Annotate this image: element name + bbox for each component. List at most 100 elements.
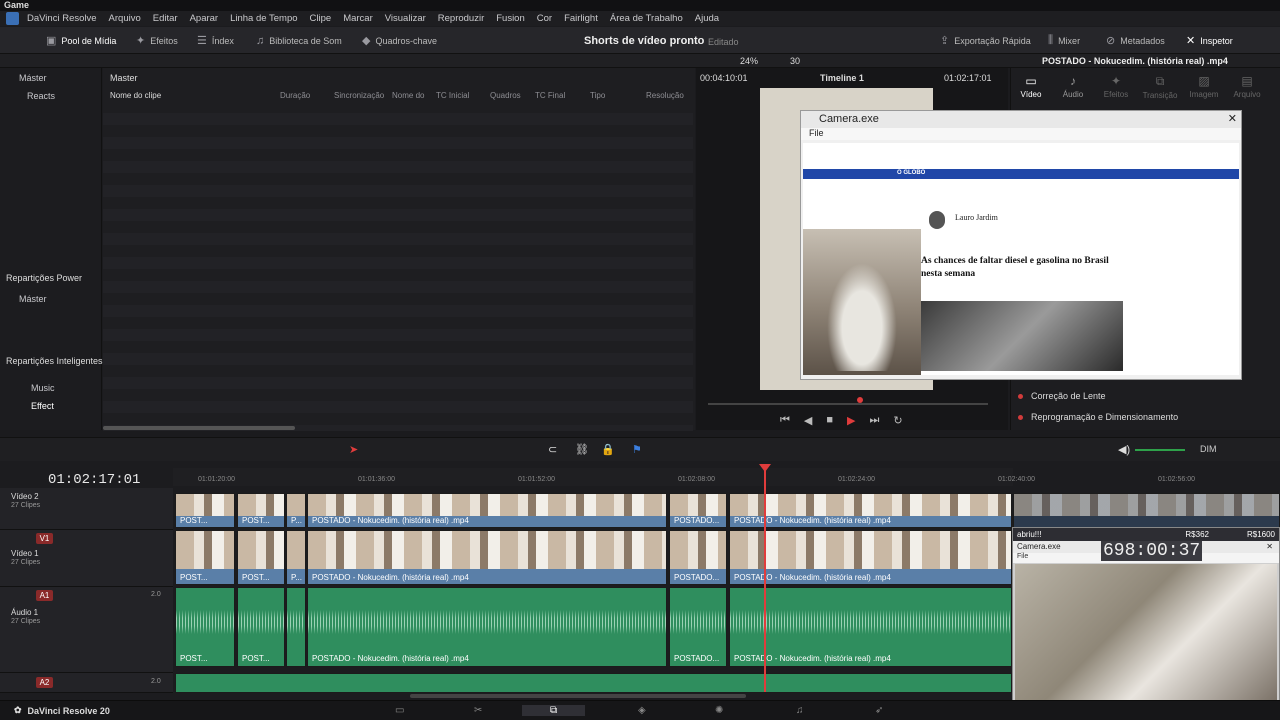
timeline-clip[interactable]: POST... [237,530,285,585]
lock-icon[interactable]: 🔒 [601,443,615,456]
quick-export-button[interactable]: ⇪ Exportação Rápida [940,27,1031,54]
inspector-row-retime[interactable]: Reprogramação e Dimensionamento [1018,412,1178,422]
page-color-icon[interactable]: ✺ [715,705,723,716]
skip-back-icon[interactable]: ⏮ [780,414,790,427]
audio-clip[interactable]: POSTADO - Nokucedim. (história real) .mp… [307,587,667,667]
inspector-button[interactable]: ✕ Inspetor [1186,27,1233,54]
menu-color[interactable]: Cor [531,13,558,24]
volume-icon[interactable]: ◀) [1118,443,1130,456]
power-bin-master[interactable]: Máster [19,294,47,304]
tab-image[interactable]: ▨ Imagem [1184,74,1224,99]
media-pool-button[interactable]: ▣ Pool de Mídia [46,27,116,54]
col-resolution[interactable]: Resolução [646,91,684,100]
menu-edit[interactable]: Editar [147,13,184,24]
col-duration[interactable]: Duração [280,91,310,100]
viewer-timeline-name[interactable]: Timeline 1 [820,73,864,83]
menu-view[interactable]: Visualizar [379,13,432,24]
sound-library-button[interactable]: ♫ Biblioteca de Som [256,27,342,54]
audio-clip[interactable]: POSTADO - Nokucedim. (história real) .mp… [729,587,1012,667]
snapping-icon[interactable]: ⊂ [548,443,557,456]
timeline-clip[interactable]: POSTADO... [669,530,727,585]
track-id[interactable]: V1 [36,533,53,544]
audio-clip[interactable]: POST... [237,587,285,667]
menu-davinci[interactable]: DaVinci Resolve [21,13,103,24]
track-header-v2[interactable]: Vídeo 2 27 Clipes [0,488,173,530]
scrubber-handle[interactable] [857,397,863,403]
page-media-icon[interactable]: ▭ [395,705,404,716]
col-frames[interactable]: Quadros [490,91,521,100]
timeline-clip[interactable]: POST... [175,530,235,585]
audio-clip-a2[interactable] [175,673,1012,693]
page-fusion-icon[interactable]: ◈ [638,705,646,716]
timeline-scrollbar[interactable] [410,694,746,698]
menu-fusion[interactable]: Fusion [490,13,531,24]
page-edit-icon[interactable]: ⧉ [522,705,586,716]
col-tc-start[interactable]: TC Inicial [436,91,469,100]
audio-clip[interactable]: POSTADO... [669,587,727,667]
play-icon[interactable]: ▶ [847,414,855,427]
timeline-clip[interactable]: POSTADO... [669,493,727,528]
bin-master[interactable]: Máster [19,73,47,83]
menu-trim[interactable]: Aparar [184,13,225,24]
selection-tool-icon[interactable]: ➤ [349,443,358,456]
track-header-a2[interactable]: A2 2.0 [0,673,173,693]
step-back-icon[interactable]: ◀ [804,414,812,427]
tab-file[interactable]: ▤ Arquivo [1227,74,1267,99]
track-header-a1[interactable]: A1 2.0 Áudio 1 27 Clipes [0,587,173,673]
playhead[interactable] [764,466,766,692]
bin-effect[interactable]: Effect [31,401,54,411]
bin-reacts[interactable]: Reacts [27,91,55,101]
link-icon[interactable]: ⛓ [575,443,589,456]
page-cut-icon[interactable]: ✂ [474,705,482,716]
close-icon[interactable]: ✕ [1266,541,1273,553]
menu-playback[interactable]: Reproduzir [432,13,490,24]
timeline-clip[interactable]: P... [286,493,306,528]
menu-file[interactable]: Arquivo [103,13,147,24]
menu-timeline[interactable]: Linha de Tempo [224,13,303,24]
flag-icon[interactable]: ⚑ [632,443,642,456]
zoom-level[interactable]: 24% [740,56,758,66]
col-tc-end[interactable]: TC Final [535,91,565,100]
keyframes-button[interactable]: ◆ Quadros-chave [362,27,437,54]
col-clip-name[interactable]: Nome do clipe [110,91,161,100]
index-button[interactable]: ☰ Índex [197,27,234,54]
effects-button[interactable]: ✦ Efeitos [136,27,178,54]
camera-file-menu[interactable]: File [801,128,1241,140]
metadata-button[interactable]: ⊘ Metadados [1106,27,1165,54]
col-sync[interactable]: Sincronização [334,91,384,100]
dim-button[interactable]: DIM [1200,444,1217,454]
track-id[interactable]: A2 [36,677,53,688]
clips-scrollbar[interactable] [103,426,295,430]
stop-icon[interactable]: ■ [826,414,833,427]
bin-music[interactable]: Music [31,383,55,393]
tab-audio[interactable]: ♪ Áudio [1053,74,1093,99]
page-deliver-icon[interactable]: ➶ [875,705,883,716]
audio-clip[interactable]: POST... [175,587,235,667]
menu-help[interactable]: Ajuda [689,13,725,24]
timeline-clip[interactable]: POST... [237,493,285,528]
menu-mark[interactable]: Marcar [337,13,379,24]
scrubber-bar[interactable] [708,403,988,405]
track-header-v1[interactable]: V1 Vídeo 1 27 Clipes [0,530,173,587]
audio-clip[interactable] [286,587,306,667]
tab-video[interactable]: ▭ Vídeo [1011,74,1051,99]
timeline-clip[interactable]: POSTADO - Nokucedim. (história real) .mp… [307,493,667,528]
menu-fairlight[interactable]: Fairlight [558,13,604,24]
mixer-button[interactable]: ⫼ Mixer [1048,27,1080,54]
close-icon[interactable]: ✕ [1228,111,1237,128]
inspector-row-lens[interactable]: Correção de Lente [1018,391,1106,401]
skip-forward-icon[interactable]: ⏭ [870,414,880,427]
page-fairlight-icon[interactable]: ♫ [796,705,804,716]
menu-clip[interactable]: Clipe [304,13,338,24]
tab-transition[interactable]: ⧉ Transição [1140,74,1180,100]
timeline-clip[interactable]: P... [286,530,306,585]
timeline-clip[interactable]: POSTADO - Nokucedim. (história real) .mp… [307,530,667,585]
track-id[interactable]: A1 [36,590,53,601]
timeline-clip[interactable]: POSTADO - Nokucedim. (história real) .mp… [729,530,1012,585]
timeline-clip[interactable]: POST... [175,493,235,528]
col-type[interactable]: Tipo [590,91,605,100]
timeline-clip[interactable] [1013,493,1280,528]
loop-icon[interactable]: ↻ [893,414,902,427]
timeline-clip[interactable]: POSTADO - Nokucedim. (história real) .mp… [729,493,1012,528]
menu-workspace[interactable]: Área de Trabalho [604,13,689,24]
